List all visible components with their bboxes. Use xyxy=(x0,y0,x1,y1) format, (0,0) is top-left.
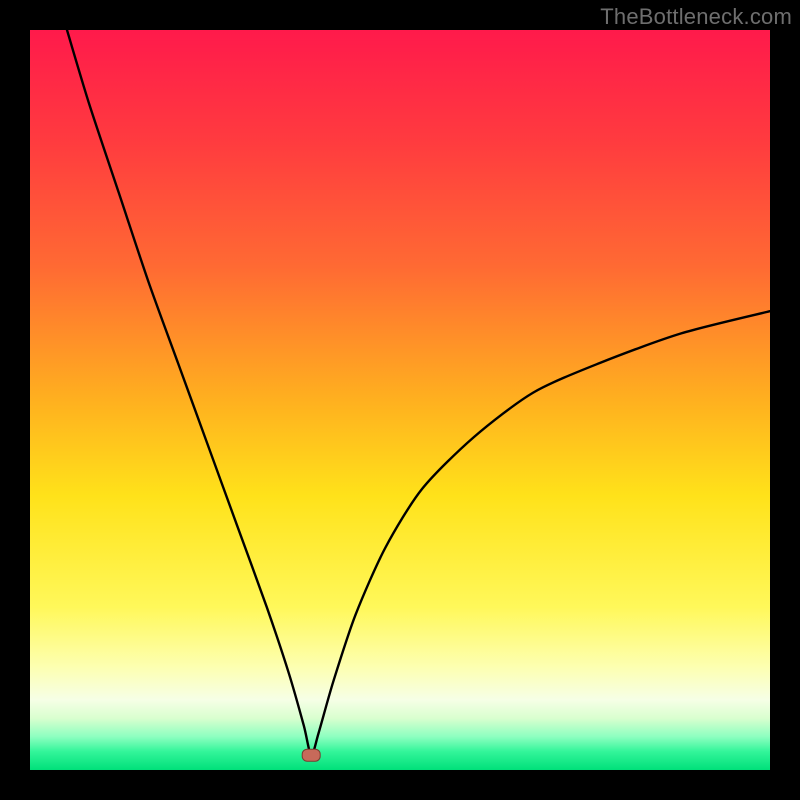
gradient-background xyxy=(30,30,770,770)
bottleneck-chart xyxy=(30,30,770,770)
chart-frame xyxy=(30,30,770,770)
optimal-point-marker xyxy=(302,749,320,761)
watermark-text: TheBottleneck.com xyxy=(600,4,792,30)
